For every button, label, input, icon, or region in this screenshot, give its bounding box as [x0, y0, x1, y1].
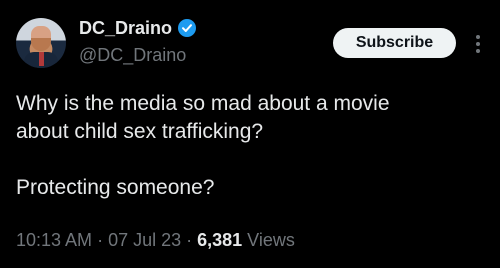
more-dot	[476, 49, 480, 53]
more-dot	[476, 35, 480, 39]
verified-badge-icon[interactable]	[178, 19, 197, 37]
name-row: DC_Draino	[79, 17, 197, 39]
meta-separator: ·	[186, 230, 193, 250]
user-handle[interactable]: @DC_Draino	[79, 45, 186, 66]
avatar-tie	[39, 52, 44, 66]
avatar[interactable]	[16, 18, 66, 68]
tweet-text: Why is the media so mad about a movie ab…	[16, 92, 390, 199]
views-label: Views	[247, 230, 295, 250]
tweet-time[interactable]: 10:13 AM	[16, 230, 92, 251]
more-vertical-icon[interactable]	[468, 30, 488, 58]
meta-separator: ·	[97, 230, 104, 250]
subscribe-button[interactable]: Subscribe	[333, 28, 456, 58]
tweet-meta: 10:13 AM · 07 Jul 23 · 6,381 Views	[16, 230, 295, 251]
tweet-date[interactable]: 07 Jul 23	[108, 230, 181, 251]
display-name[interactable]: DC_Draino	[79, 18, 172, 39]
views-count: 6,381	[197, 230, 243, 250]
tweet-header: DC_Draino @DC_Draino Subscribe	[0, 0, 500, 80]
avatar-beard	[31, 38, 51, 51]
more-dot	[476, 42, 480, 46]
